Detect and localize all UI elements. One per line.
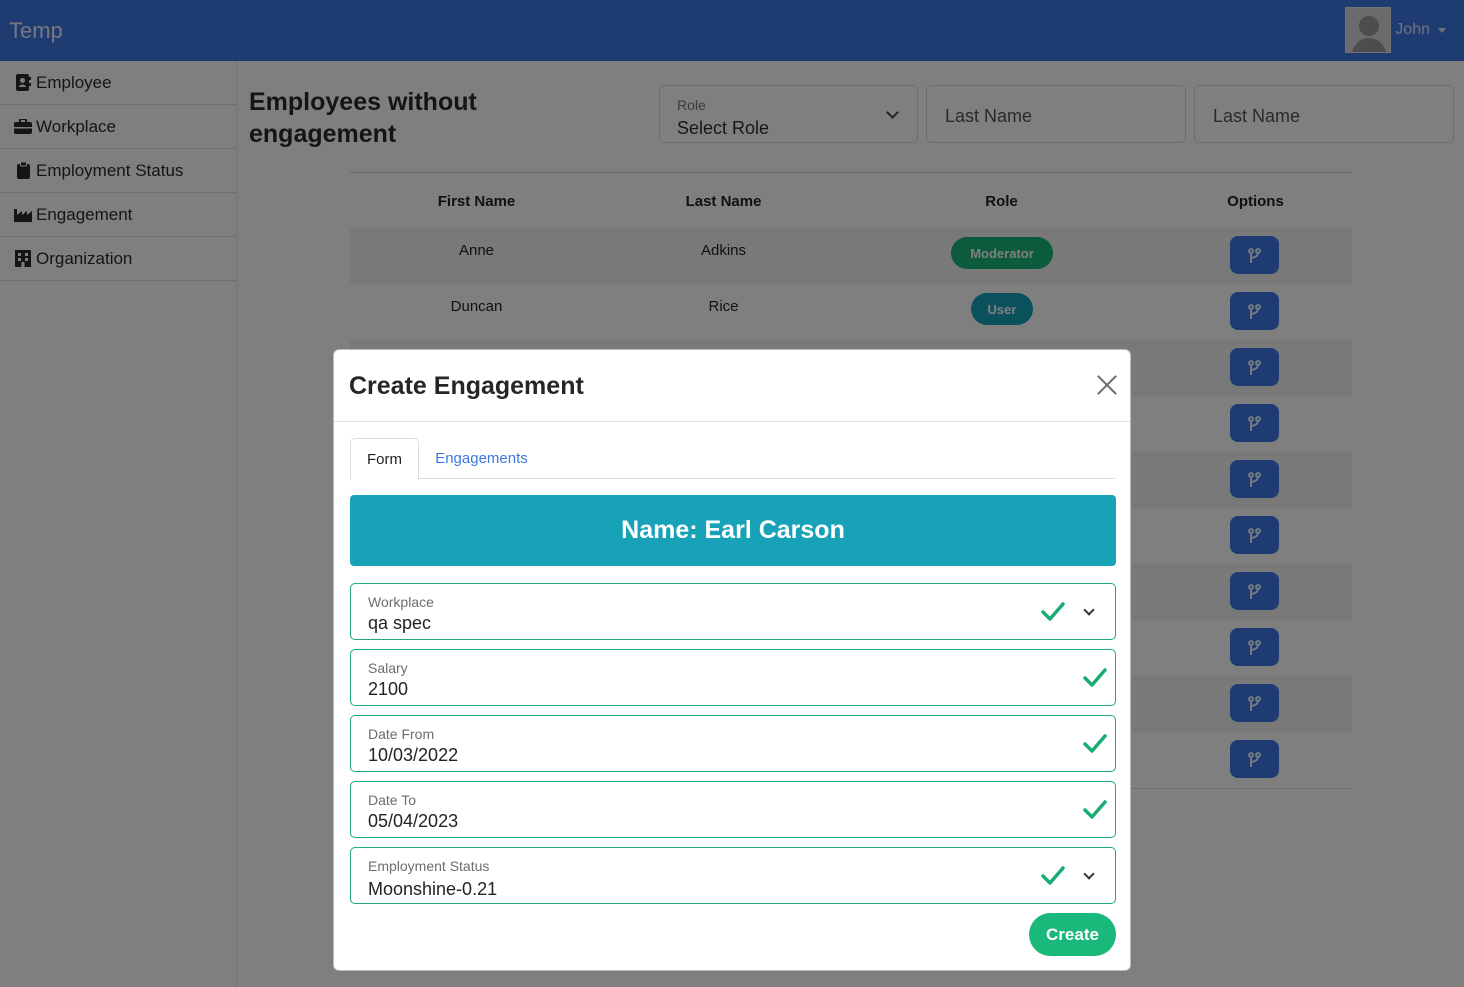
chevron-down-icon: [1083, 868, 1095, 880]
employee-name-banner: Name: Earl Carson: [350, 495, 1116, 566]
check-icon: [1041, 602, 1065, 621]
salary-value: 2100: [368, 679, 409, 699]
workplace-value: qa spec: [368, 613, 432, 633]
workplace-select[interactable]: Workplace qa spec: [350, 583, 1116, 640]
check-icon: [1041, 866, 1065, 885]
close-icon[interactable]: [1094, 372, 1120, 398]
date-from-label: Date From: [368, 726, 435, 742]
salary-label: Salary: [368, 660, 408, 676]
employment-status-value: Moonshine-0.21: [368, 879, 498, 899]
date-to-label: Date To: [368, 792, 416, 808]
modal-header: Create Engagement: [334, 350, 1130, 422]
workplace-label: Workplace: [368, 594, 434, 610]
check-icon: [1083, 800, 1107, 819]
modal-tabs: Form Engagements: [350, 438, 1115, 480]
create-engagement-modal: Create Engagement Form Engagements Name:…: [333, 349, 1131, 971]
salary-input[interactable]: Salary 2100: [350, 649, 1116, 706]
employment-status-select[interactable]: Employment Status Moonshine-0.21: [350, 847, 1116, 904]
tab-engagements[interactable]: Engagements: [419, 438, 544, 479]
modal-title: Create Engagement: [349, 372, 584, 400]
date-from-value: 10/03/2022: [368, 745, 459, 765]
check-icon: [1083, 734, 1107, 753]
date-to-input[interactable]: Date To 05/04/2023: [350, 781, 1116, 838]
create-button[interactable]: Create: [1029, 913, 1116, 956]
check-icon: [1083, 668, 1107, 687]
employment-status-label: Employment Status: [368, 858, 490, 874]
date-to-value: 05/04/2023: [368, 811, 459, 831]
date-from-input[interactable]: Date From 10/03/2022: [350, 715, 1116, 772]
chevron-down-icon: [1083, 604, 1095, 616]
tab-form[interactable]: Form: [350, 438, 419, 480]
